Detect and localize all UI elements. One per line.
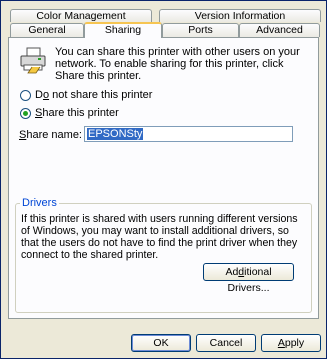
sharing-info-text: You can share this printer with other us… <box>55 46 300 82</box>
share-name-label: Share name: <box>19 129 82 141</box>
sharing-panel: You can share this printer with other us… <box>8 37 319 319</box>
additional-drivers-button[interactable]: Additional Drivers... <box>203 263 294 294</box>
radio-selected-dot <box>23 111 28 116</box>
printer-icon <box>19 46 49 74</box>
cancel-button[interactable]: Cancel <box>196 334 256 352</box>
tab-color-management[interactable]: Color Management <box>10 9 152 22</box>
share-name-input[interactable]: EPSONSty <box>84 126 293 142</box>
tab-ports[interactable]: Ports <box>162 23 239 37</box>
do-not-share-radio[interactable] <box>20 90 31 101</box>
share-radio[interactable] <box>20 108 31 119</box>
printer-properties-dialog: Color Management Version Information Gen… <box>0 0 327 359</box>
drivers-info-text: If this printer is shared with users run… <box>21 213 298 261</box>
tab-sharing[interactable]: Sharing <box>84 22 162 38</box>
drivers-group-title: Drivers <box>20 197 59 209</box>
ok-button[interactable]: OK <box>131 334 191 352</box>
tab-general[interactable]: General <box>10 23 84 37</box>
apply-button[interactable]: Apply <box>261 334 321 352</box>
share-label[interactable]: Share this printer <box>35 107 119 119</box>
drivers-group: Drivers If this printer is shared with u… <box>15 197 312 313</box>
tab-version-information[interactable]: Version Information <box>159 9 321 22</box>
do-not-share-label[interactable]: Do not share this printer <box>35 89 152 101</box>
tab-advanced[interactable]: Advanced <box>239 23 320 37</box>
